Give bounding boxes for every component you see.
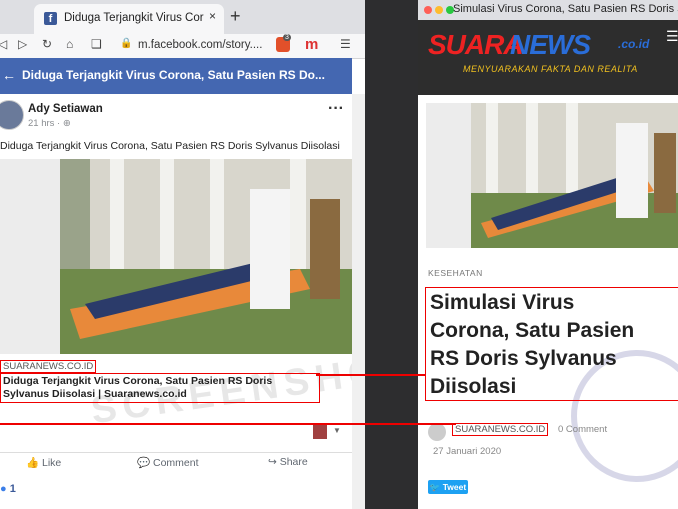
article-photo xyxy=(426,103,678,248)
twitter-icon: 🐦 xyxy=(429,482,441,492)
facebook-icon: f xyxy=(44,12,57,25)
address-bar[interactable]: 🔒 m.facebook.com/story.... xyxy=(112,37,292,55)
shield-badge: 3 xyxy=(283,34,291,41)
author-name[interactable]: Ady Setiawan xyxy=(28,103,103,115)
close-window-button[interactable] xyxy=(424,6,432,14)
scrollbar[interactable] xyxy=(352,94,365,509)
brave-shield-icon[interactable]: 3 xyxy=(276,34,291,52)
window-title: Simulasi Virus Corona, Satu Pasien RS Do… xyxy=(453,3,678,15)
like-icon: 👍 xyxy=(26,457,42,469)
tab-title: Diduga Terjangkit Virus Corona, Sa xyxy=(64,12,204,24)
title-line-4: Diisolasi xyxy=(430,375,517,398)
more-options-icon[interactable]: ··· xyxy=(328,100,344,118)
page-title: Diduga Terjangkit Virus Corona, Satu Pas… xyxy=(22,68,325,82)
browser-toolbar: ◁ ▷ ↻ ⌂ ❑ 🔒 m.facebook.com/story.... 3 m… xyxy=(0,34,365,59)
logo-domain: .co.id xyxy=(618,37,650,51)
category-label[interactable]: KESEHATAN xyxy=(428,268,483,278)
site-header: SUARA NEWS .co.id MENYUARAKAN FAKTA DAN … xyxy=(418,20,678,95)
share-label: Share xyxy=(279,456,308,468)
tweet-button[interactable]: 🐦 Tweet xyxy=(428,480,468,494)
post-time: 21 hrs · ⊕ xyxy=(28,118,71,129)
url-text: m.facebook.com/story.... xyxy=(138,39,263,51)
extension-m-icon[interactable]: m xyxy=(305,36,318,53)
reactions-count[interactable]: ● 1 xyxy=(0,483,16,495)
back-icon[interactable]: ◁ xyxy=(0,37,7,51)
home-icon[interactable]: ⌂ xyxy=(66,37,73,51)
connector-line-title xyxy=(316,374,426,376)
facebook-browser-window: f Diduga Terjangkit Virus Corona, Sa × +… xyxy=(0,0,365,509)
reactions-number: 1 xyxy=(9,483,16,495)
menu-icon[interactable]: ☰ xyxy=(340,37,351,51)
forward-icon[interactable]: ▷ xyxy=(18,37,27,51)
comment-count[interactable]: 0 Comment xyxy=(558,424,607,435)
tab-close-icon[interactable]: × xyxy=(209,9,216,23)
site-tagline: MENYUARAKAN FAKTA DAN REALITA xyxy=(463,64,638,74)
window-title-bar: Simulasi Virus Corona, Satu Pasien RS Do… xyxy=(418,0,678,20)
tab-bar: f Diduga Terjangkit Virus Corona, Sa × + xyxy=(0,0,365,34)
share-icon: ↪ xyxy=(268,456,280,468)
reload-icon[interactable]: ↻ xyxy=(42,37,52,51)
title-line-1: Simulasi Virus xyxy=(430,291,575,314)
title-line-2: Corona, Satu Pasien xyxy=(430,319,635,342)
new-tab-button[interactable]: + xyxy=(230,6,241,27)
avatar[interactable] xyxy=(0,100,24,130)
title-line-3: RS Doris Sylvanus xyxy=(430,347,617,370)
post-text: Diduga Terjangkit Virus Corona, Satu Pas… xyxy=(0,140,340,152)
bookmark-icon[interactable]: ❑ xyxy=(91,37,102,51)
minimize-window-button[interactable] xyxy=(435,6,443,14)
post-actions: 👍 Like 💬 Comment ↪ Share xyxy=(0,452,352,473)
author-avatar xyxy=(428,423,446,441)
link-site-label: SUARANEWS.CO.ID xyxy=(0,360,97,373)
tweet-label: Tweet xyxy=(442,482,467,492)
like-button[interactable]: 👍 Like xyxy=(26,456,61,469)
link-title[interactable]: Diduga Terjangkit Virus Corona, Satu Pas… xyxy=(0,373,320,403)
logo-suara[interactable]: SUARA xyxy=(428,29,524,61)
comment-label: Comment xyxy=(153,457,199,469)
comment-icon: 💬 xyxy=(137,457,153,469)
logo-news[interactable]: NEWS xyxy=(510,29,591,61)
article-date: 27 Januari 2020 xyxy=(433,446,502,457)
connector-line-site xyxy=(0,423,456,425)
chevron-down-icon[interactable]: ▼ xyxy=(333,426,341,435)
like-label: Like xyxy=(42,457,62,469)
lock-icon: 🔒 xyxy=(120,38,133,49)
facebook-header: ← Diduga Terjangkit Virus Corona, Satu P… xyxy=(0,58,352,94)
article-title: Simulasi Virus Corona, Satu Pasien RS Do… xyxy=(425,287,678,401)
reaction-avatar[interactable] xyxy=(313,425,327,439)
article-site[interactable]: SUARANEWS.CO.ID xyxy=(452,423,549,436)
like-reaction-icon: ● xyxy=(0,483,7,495)
menu-icon[interactable]: ☰ xyxy=(666,28,678,45)
comment-button[interactable]: 💬 Comment xyxy=(137,456,199,469)
post-photo[interactable] xyxy=(0,159,352,354)
back-arrow-icon[interactable]: ← xyxy=(2,67,16,83)
share-button[interactable]: ↪ Share xyxy=(268,456,308,468)
browser-tab[interactable]: f Diduga Terjangkit Virus Corona, Sa × xyxy=(34,4,224,34)
suaranews-browser-window: Simulasi Virus Corona, Satu Pasien RS Do… xyxy=(418,0,678,509)
